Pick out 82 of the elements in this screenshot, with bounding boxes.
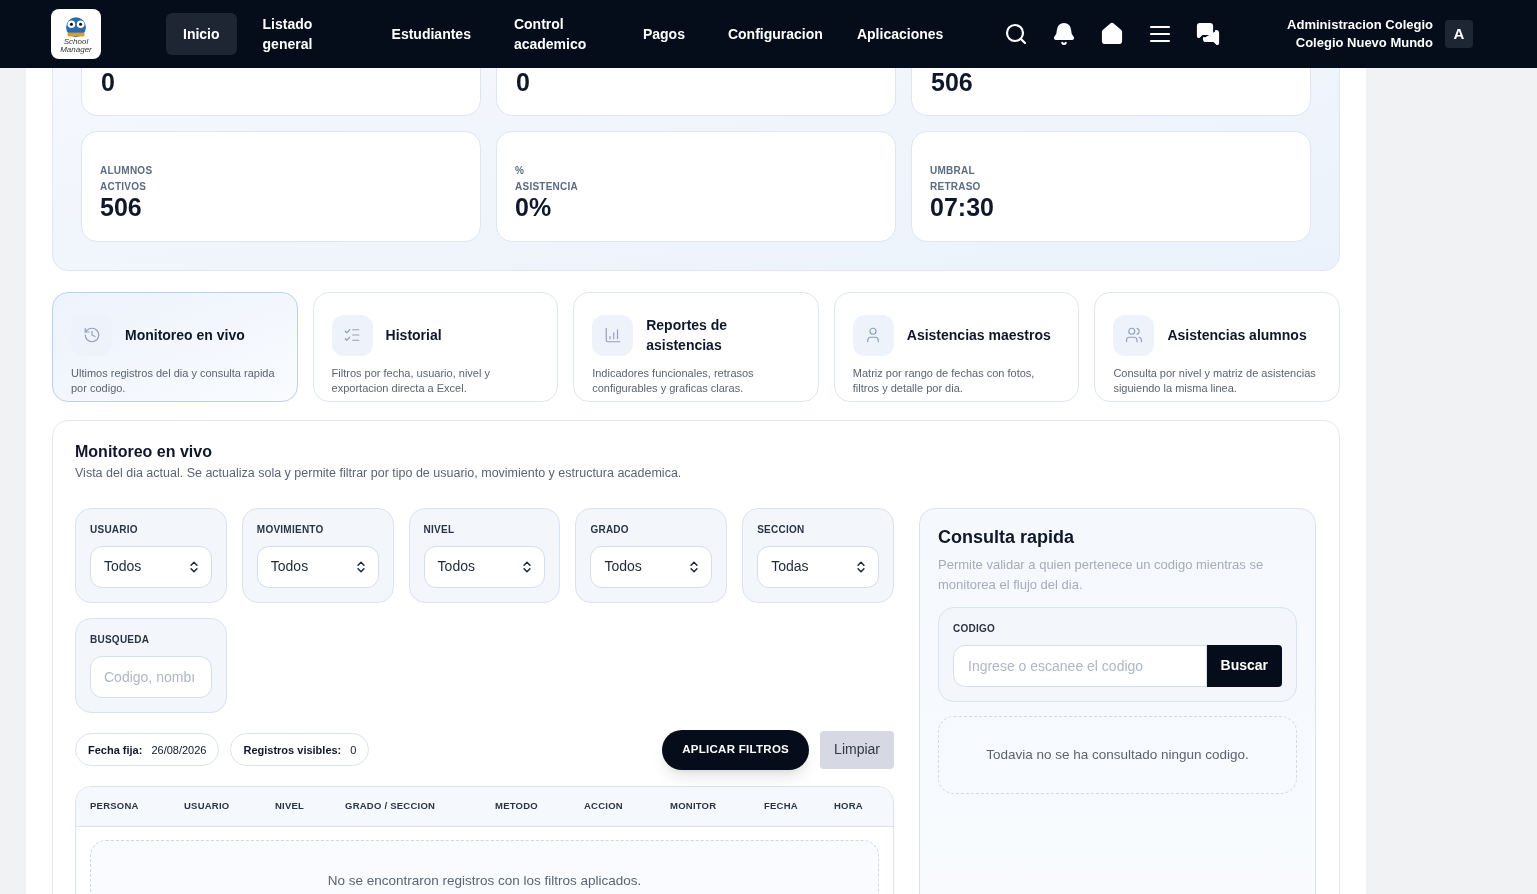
stat-label: ALUMNOS ACTIVOS [100,164,153,194]
card-description: Permite validar a quien pertenece un codigo mientras se monitorea el flujo del dia. [938,555,1265,594]
filter-select[interactable]: Todos [590,545,713,588]
module-card[interactable]: Reportes de asistencias Indicadores funcionales, retrasos configurables y graficas claras. [573,292,819,402]
logo[interactable]: School Manager [51,9,101,59]
column-header: GRADO / SECCION [345,799,437,814]
filter-select[interactable]: Todas [757,545,879,588]
chip-value: 26/08/2026 [151,742,207,758]
module-card[interactable]: Asistencias alumnos Consulta por nivel y matriz de asistencias siguiendo la misma linea. [1094,292,1340,402]
chip-label: Fecha fija: [88,742,143,758]
search-button[interactable]: Buscar [1206,644,1282,687]
person-icon [852,314,894,356]
stat-value: 0% [515,195,553,219]
school-name: Colegio Nuevo Mundo [1295,34,1433,52]
module-description: Consulta por nivel y matriz de asistencias siguiendo la misma linea. [1113,366,1317,396]
column-header: FECHA [764,799,799,814]
chip-value: 0 [350,742,357,758]
bar-chart-icon [592,314,634,356]
apply-filters-button[interactable]: APLICAR FILTROS [662,729,810,770]
column-header: NIVEL [275,799,306,814]
column-header: HORA [834,799,864,814]
filter-select[interactable]: Todos [423,545,546,588]
module-card[interactable]: Asistencias maestros Matriz por rango de fechas con fotos, filtros y detalle por dia. [833,292,1080,402]
module-description: Indicadores funcionales, retrasos configurables y graficas claras. [592,366,755,396]
filter-label: BUSQUEDA [90,632,151,647]
nav-tab[interactable]: Aplicaciones [839,13,960,55]
logo-text: School Manager [59,37,93,54]
module-description: Ultimos registros del dia y consulta rapida por codigo. [71,366,276,396]
module-title: Asistencias maestros [906,326,1051,345]
stat-label: % ASISTENCIA [515,164,579,194]
code-input-field[interactable]: Ingrese o escanee el codigo [953,644,1207,687]
stat-label: UMBRAL RETRASO [930,164,981,194]
clear-button[interactable]: Limpiar [820,730,894,769]
column-header: ACCION [584,799,624,814]
module-title: Asistencias alumnos [1167,326,1307,345]
search-icon[interactable] [1003,22,1028,46]
stat-value: 0 [101,70,116,94]
module-title: Monitoreo en vivo [125,326,245,345]
field-label: CODIGO [953,621,997,636]
nav-tab[interactable]: Pagos [625,13,702,55]
people-icon [1113,314,1155,356]
chip-label: Registros visibles: [243,742,342,758]
search-field[interactable]: Codigo, nombı [90,655,212,698]
column-header: MONITOR [670,799,718,814]
filter-select[interactable]: Todos [90,545,212,588]
stat-value: 07:30 [930,195,995,219]
bell-icon[interactable] [1051,22,1076,46]
module-title: Historial [385,326,442,345]
nav-tab[interactable]: Estudiantes [374,13,488,55]
nav-tab[interactable]: Control academico [496,13,617,55]
sort-arrows-icon [854,559,868,574]
filter-label: MOVIMIENTO [256,522,325,537]
filter-label: GRADO [590,522,630,537]
card-title: Consulta rapida [938,525,1076,549]
stat-value: 0 [516,70,531,94]
nav-tab[interactable]: Inicio [166,13,237,55]
nav-tab[interactable]: Configuracion [710,13,831,55]
chat-bubbles-icon[interactable] [1195,22,1220,46]
home-icon[interactable] [1099,22,1124,46]
filter-select[interactable]: Todos [256,545,379,588]
stat-value: 506 [100,195,143,219]
empty-message: Todavia no se ha consultado ningun codigo. [986,745,1249,764]
empty-message: No se encontraron registros con los filtros aplicados. [327,871,642,890]
stat-value: 506 [931,70,974,94]
user-avatar[interactable]: A [1445,20,1473,48]
column-header: USUARIO [184,799,231,814]
filter-label: USUARIO [90,522,139,537]
module-description: Matriz por rango de fechas con fotos, filtros y detalle por dia. [852,366,1036,396]
module-card[interactable]: Historial Filtros por fecha, usuario, nivel y exportacion directa a Excel. [312,292,559,402]
module-card[interactable]: Monitoreo en vivo Ultimos registros del dia y consulta rapida por codigo. [52,292,298,402]
owl-icon [63,14,89,38]
module-description: Filtros por fecha, usuario, nivel y exportacion directa a Excel. [331,366,491,396]
panel-subtitle: Vista del dia actual. Se actualiza sola y permite filtrar por tipo de usuario, movimiento y estructura academica. [75,465,683,482]
panel-title: Monitoreo en vivo [75,442,213,462]
filter-label: NIVEL [423,522,456,537]
column-header: METODO [495,799,539,814]
filter-label: SECCION [757,522,806,537]
user-role: Administracion Colegio [1287,16,1433,34]
module-title: Reportes de asistencias [646,316,729,355]
nav-tab[interactable]: Listado general [245,13,366,55]
checklist-icon [331,314,373,356]
column-header: PERSONA [90,799,140,814]
